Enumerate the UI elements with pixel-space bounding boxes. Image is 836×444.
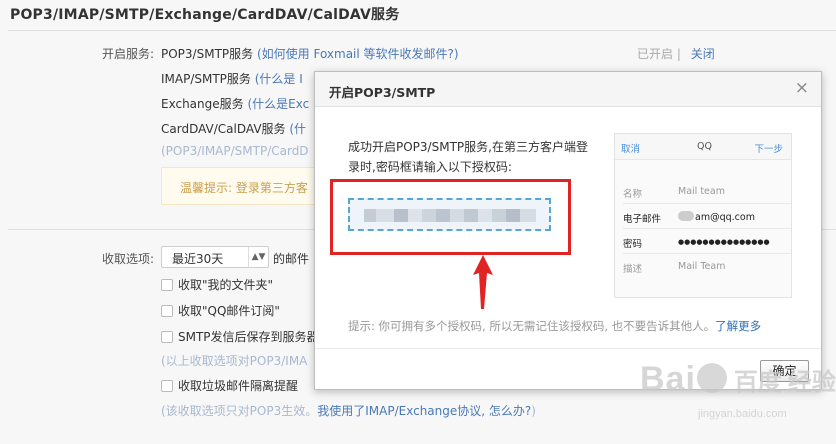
phone-settings-illustration: 取消 QQ 下一步 名称 Mail team 电子邮件 am@qq.com 密码…: [614, 133, 792, 298]
option-my-folders[interactable]: 收取"我的文件夹": [161, 276, 273, 293]
service-caldav-help-link[interactable]: (什: [289, 122, 306, 136]
phone-row-value: Mail Team: [678, 261, 726, 272]
imap-help-link[interactable]: 我使用了IMAP/Exchange协议, 怎么办?: [317, 404, 531, 418]
service-note: (POP3/IMAP/SMTP/CardD: [161, 144, 309, 158]
section-title: POP3/IMAP/SMTP/Exchange/CardDAV/CalDAV服务: [10, 7, 400, 23]
select-suffix: 的邮件: [273, 252, 310, 266]
enable-pop3-dialog: 开启POP3/SMTP × 成功开启POP3/SMTP服务,在第三方客户端登录时…: [314, 71, 822, 390]
learn-more-link[interactable]: 了解更多: [715, 319, 761, 333]
status-separator: |: [676, 47, 681, 61]
service-pop3-help-link[interactable]: (如何使用 Foxmail 等软件收发邮件?): [257, 47, 459, 61]
watermark-text: Bai: [640, 360, 696, 398]
phone-row-key: 描述: [623, 264, 643, 275]
blurred-text: [678, 211, 694, 221]
options-note: (以上收取选项对POP3/IMA: [161, 354, 308, 368]
phone-title: QQ: [697, 141, 712, 152]
pop3-note-end: ): [531, 404, 536, 418]
pixel-block: [478, 209, 492, 222]
checkbox[interactable]: [161, 380, 173, 392]
service-exchange-help-link[interactable]: (什么是Exc: [247, 97, 309, 111]
pop3-status: 已开启 | 关闭: [637, 45, 715, 62]
close-icon[interactable]: ×: [795, 79, 809, 97]
hint-text: 提示: 你可拥有多个授权码, 所以无需记住该授权码, 也不要告诉其他人。: [348, 319, 716, 333]
phone-row-value: Mail team: [678, 186, 725, 197]
red-arrow-icon: [473, 255, 493, 309]
phone-row-value: ●●●●●●●●●●●●●●●: [678, 238, 770, 246]
pixel-block: [464, 209, 478, 222]
service-exchange-name: Exchange服务: [161, 97, 244, 111]
option-qq-subscription[interactable]: 收取"QQ邮件订阅": [161, 302, 280, 319]
range-select-value: 最近30天: [172, 252, 224, 266]
phone-cancel: 取消: [621, 144, 641, 155]
service-caldav-name: CardDAV/CalDAV服务: [161, 122, 286, 136]
phone-row-key: 密码: [623, 239, 643, 250]
checkbox[interactable]: [161, 305, 173, 317]
authorization-code-box[interactable]: [348, 198, 551, 231]
service-imap-row: IMAP/SMTP服务 (什么是 I: [161, 70, 303, 87]
service-label: 开启服务:: [101, 47, 154, 61]
phone-header: 取消 QQ 下一步: [615, 134, 791, 160]
pixel-block: [450, 209, 464, 222]
phone-email-value: am@qq.com: [678, 211, 755, 223]
pixel-block: [436, 209, 450, 222]
phone-row-description: 描述 Mail Team: [615, 254, 791, 278]
option-smtp-save[interactable]: SMTP发信后保存到服务器: [161, 328, 319, 345]
checkbox[interactable]: [161, 331, 173, 343]
phone-row-name: 名称 Mail team: [615, 179, 791, 203]
phone-row-value: am@qq.com: [695, 212, 755, 223]
status-enabled-text: 已开启: [637, 47, 674, 61]
checkbox[interactable]: [161, 279, 173, 291]
service-pop3-name: POP3/SMTP服务: [161, 47, 254, 61]
pixel-block: [492, 209, 506, 222]
pixel-block: [520, 209, 536, 222]
watermark-url: jingyan.baidu.com: [698, 408, 787, 420]
service-imap-help-link[interactable]: (什么是 I: [255, 72, 303, 86]
divider: [8, 30, 836, 31]
dialog-title: 开启POP3/SMTP: [329, 85, 436, 100]
service-imap-name: IMAP/SMTP服务: [161, 72, 251, 86]
pop3-note: (该收取选项只对POP3生效。我使用了IMAP/Exchange协议, 怎么办?…: [161, 402, 536, 419]
disable-service-link[interactable]: 关闭: [691, 47, 715, 61]
select-arrows-icon: ▲▼: [248, 247, 268, 267]
phone-row-key: 名称: [623, 189, 643, 200]
tip-box: 温馨提示: 登录第三方客: [161, 167, 331, 205]
pixel-block: [364, 209, 376, 222]
pixel-block: [394, 209, 408, 222]
service-caldav-row: CardDAV/CalDAV服务 (什: [161, 120, 306, 137]
dialog-header: 开启POP3/SMTP ×: [315, 72, 821, 107]
range-select[interactable]: 最近30天 ▲▼: [161, 246, 269, 268]
option-label: 收取"我的文件夹": [178, 278, 274, 292]
option-label: 收取"QQ邮件订阅": [178, 304, 280, 318]
watermark-text: 百度: [733, 368, 782, 396]
phone-row-key: 电子邮件: [623, 214, 662, 225]
option-label: 收取垃圾邮件隔离提醒: [178, 379, 299, 393]
baidu-watermark: Bai 百度 经验 jingyan.baidu.com: [640, 360, 836, 420]
dialog-description: 成功开启POP3/SMTP服务,在第三方客户端登录时,密码框请输入以下授权码:: [348, 140, 588, 174]
pixel-block: [506, 209, 520, 222]
service-pop3-row: POP3/SMTP服务 (如何使用 Foxmail 等软件收发邮件?): [161, 45, 459, 62]
pop3-note-text: (该收取选项只对POP3生效。: [161, 404, 318, 418]
dialog-hint: 提示: 你可拥有多个授权码, 所以无需记住该授权码, 也不要告诉其他人。了解更多: [348, 318, 761, 334]
phone-next: 下一步: [754, 144, 783, 155]
option-label: SMTP发信后保存到服务器: [178, 330, 319, 344]
receive-label: 收取选项:: [101, 252, 154, 266]
service-exchange-row: Exchange服务 (什么是Exc: [161, 95, 309, 112]
phone-row-password: 密码 ●●●●●●●●●●●●●●●: [615, 229, 791, 253]
pixel-block: [408, 209, 422, 222]
pixel-block: [376, 209, 394, 222]
divider: [315, 348, 821, 349]
paw-icon: [696, 363, 727, 393]
phone-row-email: 电子邮件 am@qq.com: [615, 204, 791, 228]
watermark-text: 经验: [787, 368, 836, 396]
pixel-block: [422, 209, 436, 222]
option-spam-notice[interactable]: 收取垃圾邮件隔离提醒: [161, 377, 298, 394]
